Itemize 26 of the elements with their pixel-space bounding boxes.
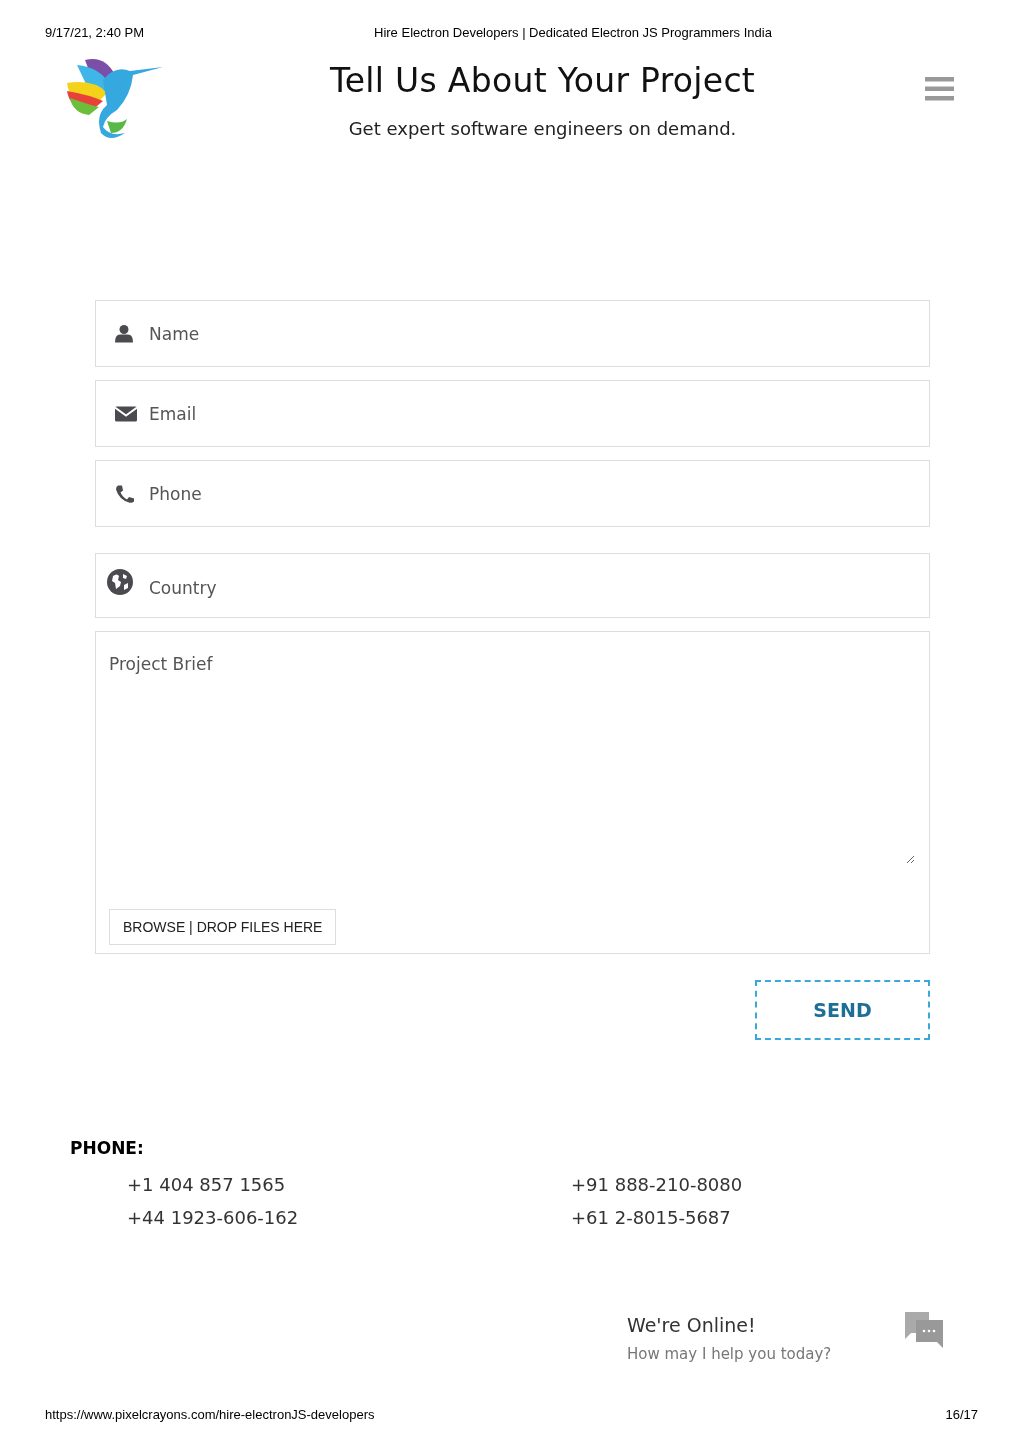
- page-number: 16/17: [945, 1407, 978, 1422]
- input-field[interactable]: Name: [95, 300, 930, 367]
- menu-icon[interactable]: [925, 77, 954, 101]
- form-heading: Tell Us About Your Project: [329, 61, 756, 100]
- page-title: Hire Electron Developers | Dedicated Electron JS Programmers India: [374, 25, 772, 42]
- chat-title: We're Online!: [627, 1314, 757, 1336]
- input-field[interactable]: Phone: [95, 460, 930, 527]
- phone-number: +44 1923-606-162: [127, 1207, 300, 1228]
- phone-number: +61 2-8015-5687: [571, 1207, 732, 1228]
- phone-heading: PHONE:: [70, 1138, 145, 1158]
- phone-number: +1 404 857 1565: [127, 1174, 287, 1195]
- phone-number: +91 888-210-8080: [571, 1174, 744, 1195]
- chat-bubbles-icon[interactable]: [903, 1311, 945, 1349]
- chat-subtitle: How may I help you today?: [627, 1345, 833, 1363]
- globe-icon: [107, 568, 133, 595]
- send-button[interactable]: SEND: [755, 980, 930, 1040]
- form-subheading: Get expert software engineers on demand.: [348, 118, 737, 139]
- upload-button[interactable]: BROWSE | DROP FILES HERE: [109, 909, 337, 945]
- input-field[interactable]: Email: [95, 380, 930, 447]
- print-date: 9/17/21, 2:40 PM: [45, 25, 144, 42]
- phone-icon: [115, 484, 135, 503]
- page-url: https://www.pixelcrayons.com/hire-electronJS-developers: [45, 1407, 375, 1422]
- input-field[interactable]: Country: [95, 553, 930, 618]
- envelope-icon: [115, 404, 137, 423]
- textarea-field[interactable]: Project Brief BROWSE | DROP FILES HERE: [95, 631, 930, 954]
- person-icon: [115, 324, 135, 343]
